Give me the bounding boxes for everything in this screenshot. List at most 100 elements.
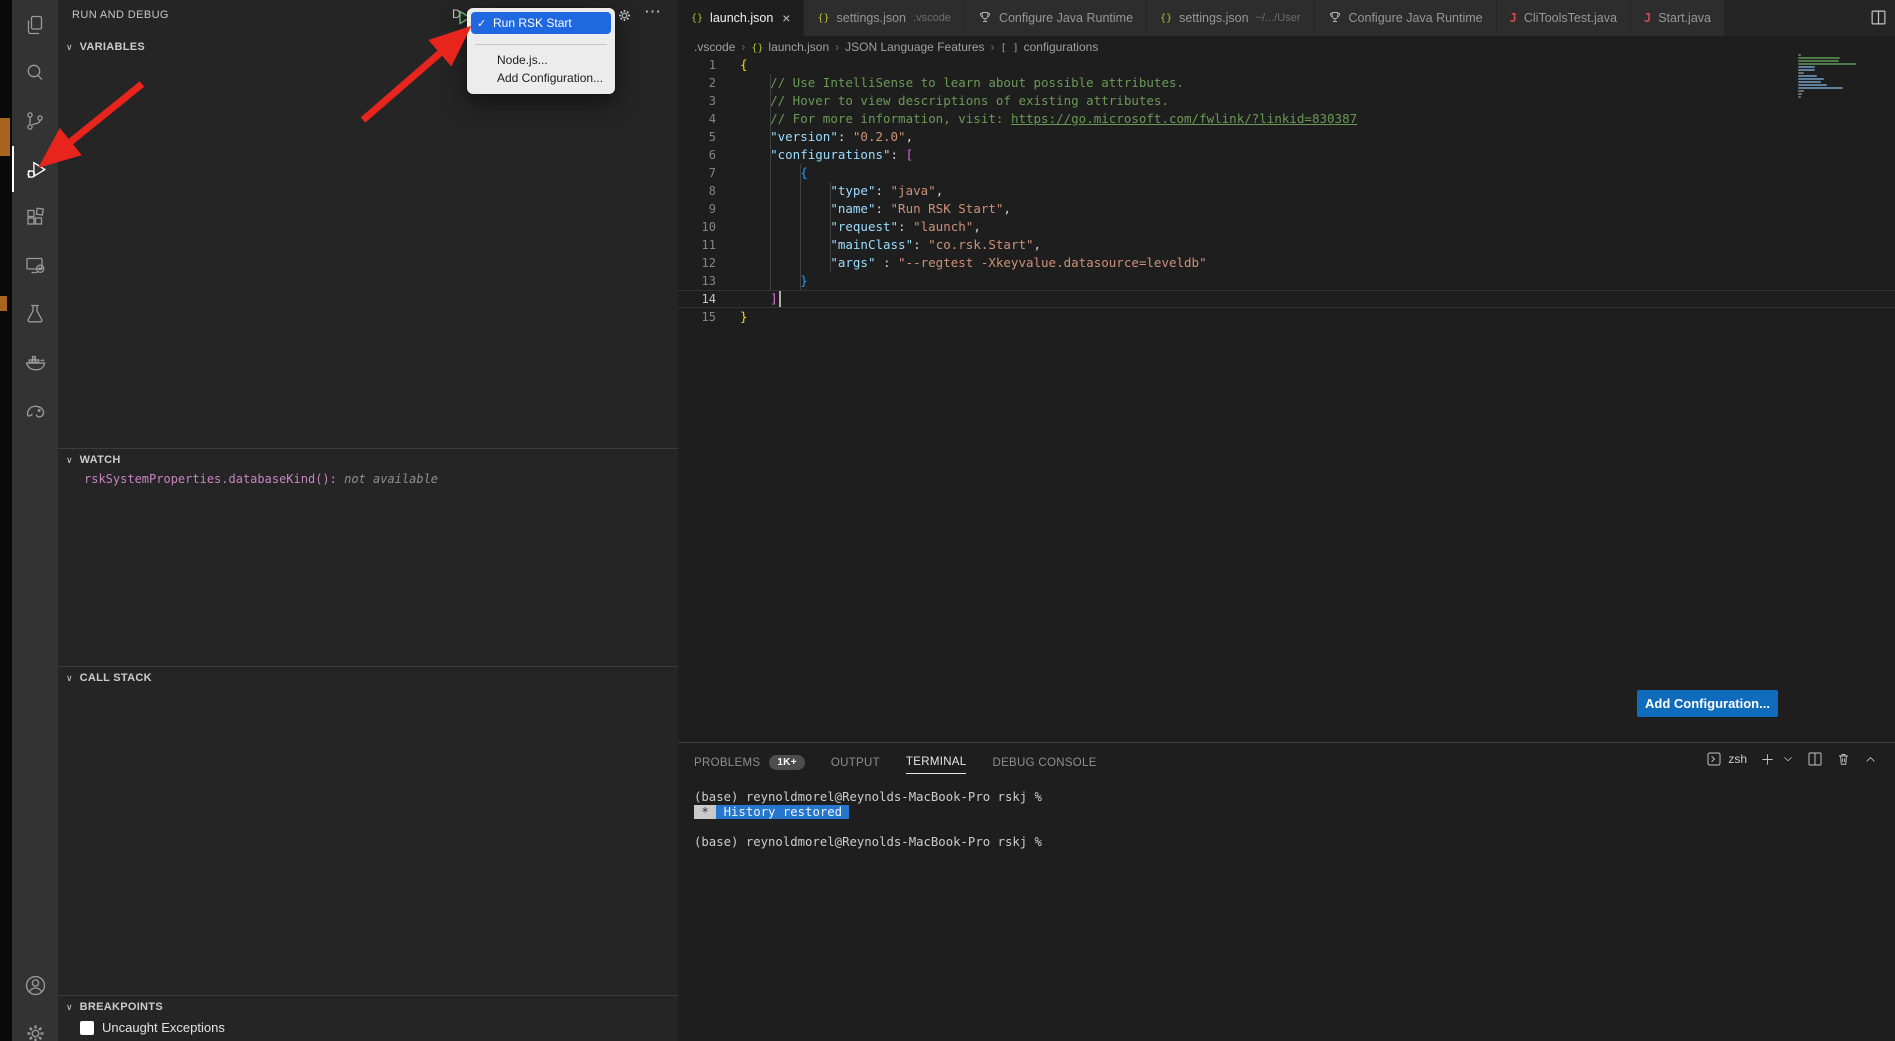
code-segment: "launch" bbox=[913, 219, 973, 234]
code-line: "configurations": [ bbox=[740, 146, 1357, 164]
maximize-panel-chevron-up-icon[interactable] bbox=[1864, 753, 1877, 766]
editor-tab-launch-json[interactable]: {}launch.json× bbox=[678, 0, 803, 36]
breadcrumb-item[interactable]: [ ]configurations bbox=[1001, 40, 1099, 54]
bottom-panel: PROBLEMS1K+ OUTPUT TERMINAL DEBUG CONSOLE z… bbox=[678, 742, 1895, 1041]
run-and-debug-sidebar: RUN AND DEBUG D ⋯ ∨ VARIABLES ∨ WATCH rs… bbox=[58, 0, 678, 1041]
editor-tab-settings-json[interactable]: {}settings.json.vscode bbox=[804, 0, 963, 36]
shell-label[interactable]: zsh bbox=[1728, 752, 1747, 766]
code-segment: : bbox=[875, 183, 890, 198]
watch-section-header[interactable]: ∨ WATCH bbox=[58, 449, 678, 471]
breadcrumb-separator: › bbox=[835, 40, 839, 54]
split-terminal-icon[interactable] bbox=[1807, 751, 1823, 767]
line-number: 7 bbox=[678, 164, 716, 182]
editor-tab-settings-json[interactable]: {}settings.json~/.../User bbox=[1147, 0, 1313, 36]
chevron-down-icon[interactable] bbox=[1782, 753, 1794, 765]
code-segment: : bbox=[891, 147, 906, 162]
close-icon[interactable]: × bbox=[782, 10, 790, 26]
search-icon[interactable] bbox=[12, 50, 58, 96]
minimap-line bbox=[1798, 75, 1817, 77]
terminal-segment: * bbox=[694, 805, 716, 819]
gradle-icon[interactable] bbox=[12, 386, 58, 432]
launch-profile-icon[interactable] bbox=[1706, 751, 1722, 767]
editor-tab-configure-java-runtime[interactable]: Configure Java Runtime bbox=[1315, 0, 1496, 36]
debug-settings-gear-icon[interactable] bbox=[616, 7, 633, 29]
code-segment: : bbox=[913, 237, 928, 252]
uncaught-exceptions-checkbox[interactable] bbox=[80, 1021, 94, 1035]
menu-item-label: Node.js... bbox=[497, 53, 548, 67]
line-number: 3 bbox=[678, 92, 716, 110]
accounts-icon[interactable] bbox=[12, 962, 58, 1008]
breadcrumb: .vscode›{}launch.json›JSON Language Feat… bbox=[694, 36, 1098, 58]
chevron-down-icon: ∨ bbox=[66, 1002, 73, 1013]
panel-tab-terminal[interactable]: TERMINAL bbox=[906, 756, 967, 774]
new-terminal-icon[interactable] bbox=[1760, 752, 1775, 767]
minimap-line bbox=[1798, 72, 1804, 74]
source-control-icon[interactable] bbox=[12, 98, 58, 144]
editor-tab-configure-java-runtime[interactable]: Configure Java Runtime bbox=[965, 0, 1146, 36]
run-and-debug-icon[interactable] bbox=[12, 146, 58, 192]
editor-tab-bar: {}launch.json×{}settings.json.vscode Conf… bbox=[678, 0, 1895, 36]
remote-explorer-icon[interactable] bbox=[12, 242, 58, 288]
breakpoints-section-header[interactable]: ∨ BREAKPOINTS bbox=[58, 996, 678, 1018]
uncaught-exceptions-row[interactable]: Uncaught Exceptions bbox=[80, 1020, 225, 1035]
panel-actions: zsh bbox=[1706, 751, 1877, 767]
call-stack-section-header[interactable]: ∨ CALL STACK bbox=[58, 667, 678, 689]
breadcrumb-item[interactable]: {}launch.json bbox=[751, 40, 829, 54]
code-segment: // Hover to view descriptions of existin… bbox=[770, 93, 1169, 108]
tab-label: settings.json bbox=[1179, 11, 1248, 25]
line-number: 11 bbox=[678, 236, 716, 254]
panel-tab-problems[interactable]: PROBLEMS1K+ bbox=[694, 755, 805, 775]
code-line: { bbox=[740, 56, 1357, 74]
checkmark-icon: ✓ bbox=[477, 17, 493, 30]
split-editor-icon[interactable] bbox=[1870, 9, 1887, 31]
settings-gear-icon[interactable] bbox=[12, 1010, 58, 1041]
panel-tab-debug-console[interactable]: DEBUG CONSOLE bbox=[992, 757, 1096, 774]
minimap[interactable] bbox=[1798, 54, 1860, 99]
breadcrumb-text: configurations bbox=[1024, 40, 1099, 54]
watch-expression: rskSystemProperties.databaseKind(): bbox=[84, 472, 337, 486]
code-segment: [ bbox=[906, 147, 914, 162]
menu-items: ✓Run RSK Start Node.js... Add Configuratio… bbox=[467, 8, 615, 87]
problems-count-badge: 1K+ bbox=[769, 755, 805, 770]
editor-tab-clitoolstest-java[interactable]: JCliToolsTest.java bbox=[1497, 0, 1630, 36]
line-number: 6 bbox=[678, 146, 716, 164]
code-segment: : bbox=[898, 219, 913, 234]
views-more-actions-icon[interactable]: ⋯ bbox=[644, 2, 661, 22]
code-line: "request": "launch", bbox=[740, 218, 1357, 236]
terminal-output[interactable]: (base) reynoldmorel@Reynolds-MacBook-Pro… bbox=[694, 790, 1042, 850]
code-segment: { bbox=[740, 57, 748, 72]
minimap-line bbox=[1798, 90, 1804, 92]
menu-item-node-js-[interactable]: Node.js... bbox=[471, 51, 611, 69]
docker-icon[interactable] bbox=[12, 338, 58, 384]
minimap-line bbox=[1798, 78, 1824, 80]
code-segment: ] bbox=[770, 291, 778, 306]
editor-tab-start-java[interactable]: JStart.java bbox=[1631, 0, 1724, 36]
code-segment: , bbox=[906, 129, 914, 144]
terminal-line: (base) reynoldmorel@Reynolds-MacBook-Pro… bbox=[694, 835, 1042, 850]
explorer-icon[interactable] bbox=[12, 2, 58, 48]
testing-icon[interactable] bbox=[12, 290, 58, 336]
code-segment: , bbox=[936, 183, 944, 198]
menu-item-run-rsk-start[interactable]: ✓Run RSK Start bbox=[471, 12, 611, 34]
breadcrumb-item[interactable]: .vscode bbox=[694, 40, 735, 54]
code-segment: // For more information, visit: bbox=[770, 111, 1011, 126]
terminal-line: (base) reynoldmorel@Reynolds-MacBook-Pro… bbox=[694, 790, 1042, 805]
code-segment: , bbox=[1003, 201, 1011, 216]
tab-label: Configure Java Runtime bbox=[999, 11, 1133, 25]
panel-tab-label: OUTPUT bbox=[831, 757, 880, 769]
watch-expression-row[interactable]: rskSystemProperties.databaseKind(): not … bbox=[84, 472, 438, 486]
code-segment bbox=[740, 93, 770, 108]
code-segment bbox=[740, 201, 830, 216]
code-segment: https://go.microsoft.com/fwlink/?linkid=… bbox=[1011, 111, 1357, 126]
code-segment: "type" bbox=[830, 183, 875, 198]
menu-item-add-configuration-[interactable]: Add Configuration... bbox=[471, 69, 611, 87]
extensions-icon[interactable] bbox=[12, 194, 58, 240]
add-configuration-button[interactable]: Add Configuration... bbox=[1637, 690, 1778, 717]
kill-terminal-trash-icon[interactable] bbox=[1836, 751, 1851, 767]
code-segment: : bbox=[875, 255, 898, 270]
panel-tab-output[interactable]: OUTPUT bbox=[831, 757, 880, 774]
code-editor[interactable]: { // Use IntelliSense to learn about pos… bbox=[740, 56, 1357, 326]
code-line: // Use IntelliSense to learn about possi… bbox=[740, 74, 1357, 92]
code-line: "version": "0.2.0", bbox=[740, 128, 1357, 146]
breadcrumb-item[interactable]: JSON Language Features bbox=[845, 40, 984, 54]
